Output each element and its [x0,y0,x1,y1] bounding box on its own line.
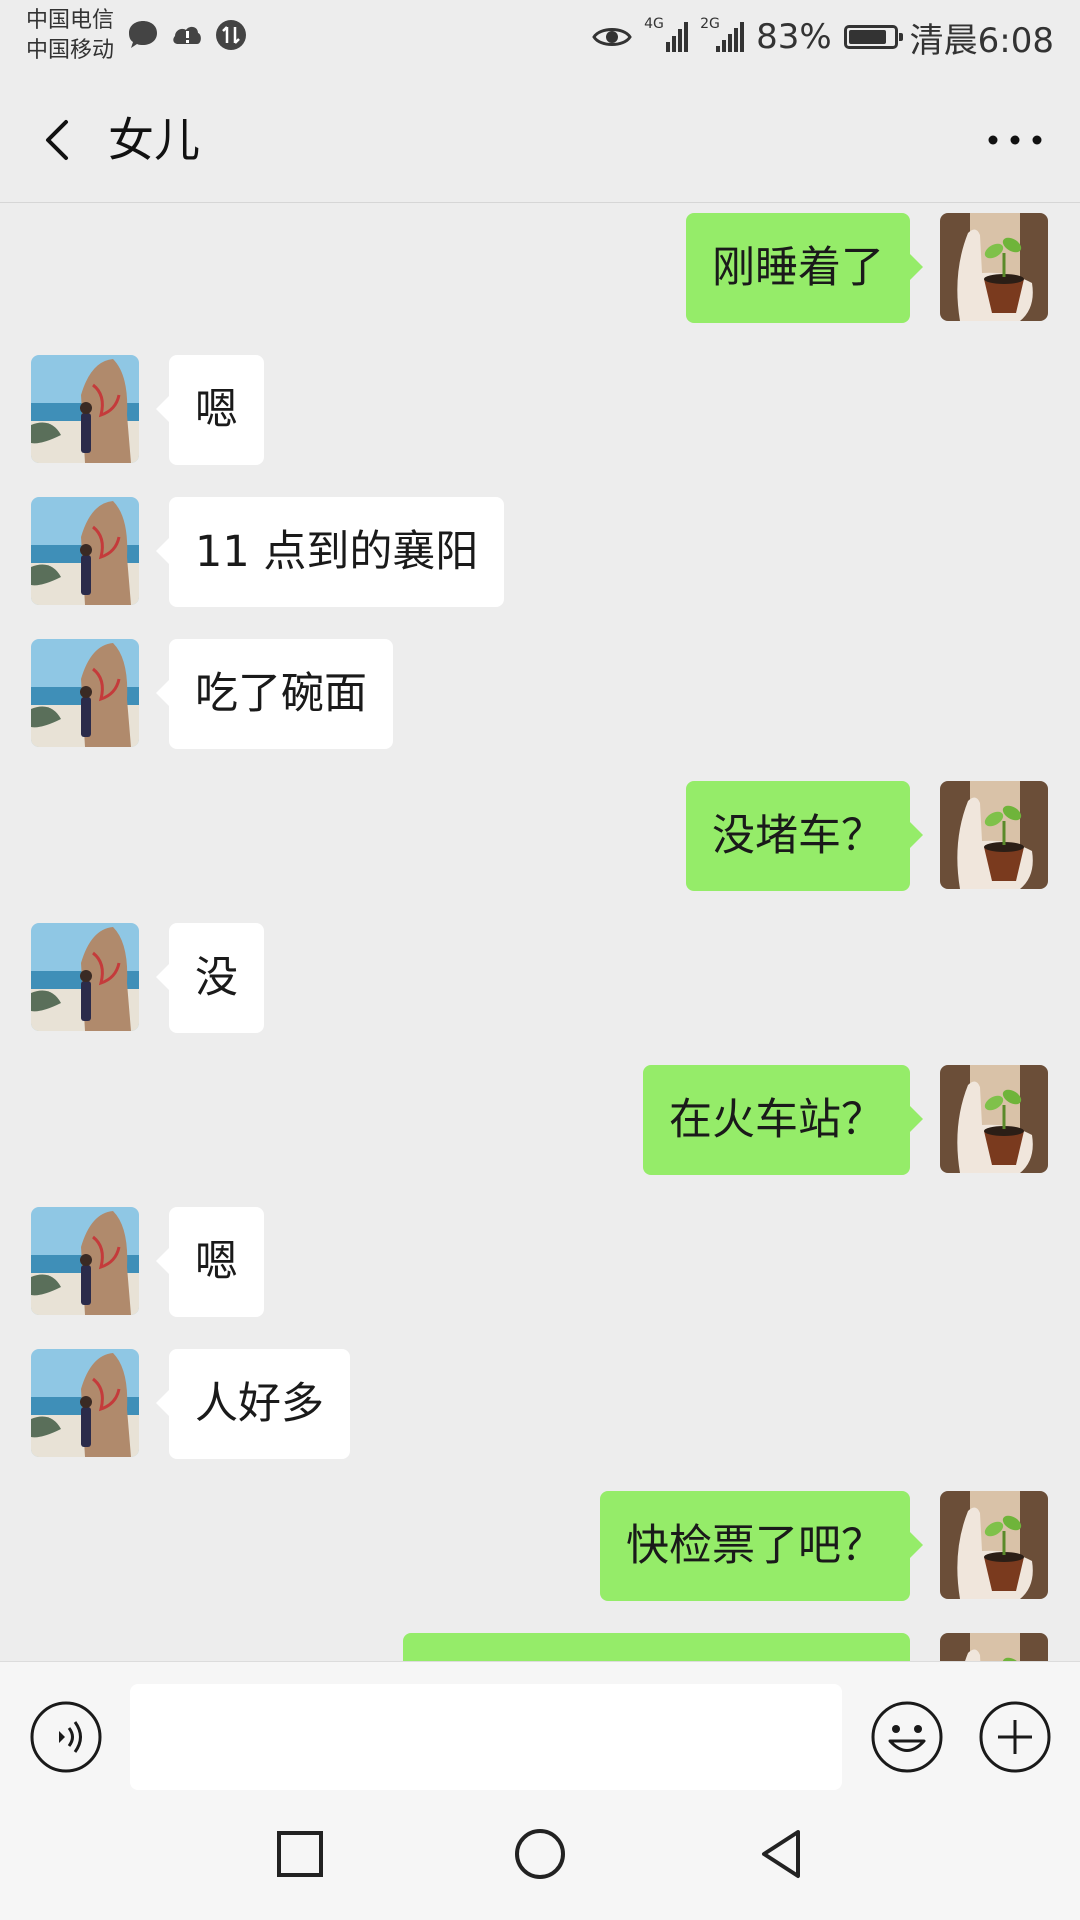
data-sync-icon [216,20,246,50]
network-type-1: 4G [644,16,664,32]
signal-2: 2G [700,16,745,54]
incoming-message: 11 点到的襄阳 [0,497,1080,607]
chat-title: 女儿 [108,113,200,167]
back-arrow-icon[interactable] [30,108,90,172]
system-nav-bar [0,1790,1080,1920]
carrier-info: 中国电信 中国移动 [26,6,114,66]
message-list[interactable]: 刚睡着了嗯 11 点到的襄阳 吃了碗面没堵车？ 没在火车站？ 嗯人好多快检票了吧？ [0,203,1080,1661]
signal-1: 4G [644,16,689,54]
status-right: 4G 2G 83% 清晨6:08 [592,14,1054,61]
incoming-message: 嗯 [0,1207,1080,1317]
home-icon[interactable] [510,1824,570,1884]
battery-level [848,30,886,44]
incoming-message: 嗯 [0,355,1080,465]
message-bubble[interactable]: 11 点到的襄阳 [155,497,505,607]
status-bar: 中国电信 中国移动 4G 2G 83% 清晨6:08 [0,0,1080,78]
chat-screen: 中国电信 中国移动 4G 2G 83% 清晨6:08 女儿 刚睡着了 嗯 11 … [0,0,1080,1920]
contact-avatar[interactable] [31,497,139,605]
incoming-message: 吃了碗面 [0,639,1080,749]
message-bubble[interactable]: 嗯 [156,1207,264,1317]
my-avatar[interactable] [940,1065,1048,1173]
message-bubble[interactable]: 快检票了吧？ [600,1491,923,1601]
plus-icon[interactable] [978,1700,1052,1774]
message-bubble[interactable] [403,1633,910,1661]
message-bubble[interactable]: 没堵车？ [686,781,923,891]
my-avatar[interactable] [940,1633,1048,1661]
outgoing-message [0,1633,1080,1661]
eye-icon [592,28,632,46]
message-icon [129,21,157,48]
input-bar [0,1661,1080,1790]
incoming-message: 人好多 [0,1349,1080,1459]
my-avatar[interactable] [940,213,1048,321]
outgoing-message: 在火车站？ [0,1065,1080,1175]
outgoing-message: 快检票了吧？ [0,1491,1080,1601]
back-icon[interactable] [752,1824,812,1884]
voice-icon[interactable] [29,1700,103,1774]
notification-icons [126,18,248,52]
outgoing-message: 刚睡着了 [0,213,1080,323]
message-bubble[interactable]: 吃了碗面 [156,639,393,749]
chat-header: 女儿 [0,78,1080,203]
message-bubble[interactable]: 嗯 [156,355,264,465]
clock: 清晨6:08 [909,20,1054,61]
carrier-2: 中国移动 [26,38,115,63]
incoming-message: 没 [0,923,1080,1033]
message-bubble[interactable]: 刚睡着了 [686,213,923,323]
cloud-alert-icon [173,26,201,44]
contact-avatar[interactable] [31,923,139,1031]
message-bubble[interactable]: 没 [156,923,264,1033]
carrier-1: 中国电信 [26,8,115,33]
contact-avatar[interactable] [31,1349,139,1457]
contact-avatar[interactable] [31,639,139,747]
outgoing-message: 没堵车？ [0,781,1080,891]
message-bubble[interactable]: 人好多 [156,1349,350,1459]
network-type-2: 2G [700,16,720,32]
my-avatar[interactable] [940,1491,1048,1599]
battery-icon [843,25,903,49]
message-bubble[interactable]: 在火车站？ [643,1065,923,1175]
recent-apps-icon[interactable] [270,1824,330,1884]
contact-avatar[interactable] [31,1207,139,1315]
emoji-icon[interactable] [870,1700,944,1774]
message-input[interactable] [130,1684,842,1790]
battery-percent: 83% [756,17,832,57]
more-icon[interactable] [980,112,1050,168]
my-avatar[interactable] [940,781,1048,889]
contact-avatar[interactable] [31,355,139,463]
